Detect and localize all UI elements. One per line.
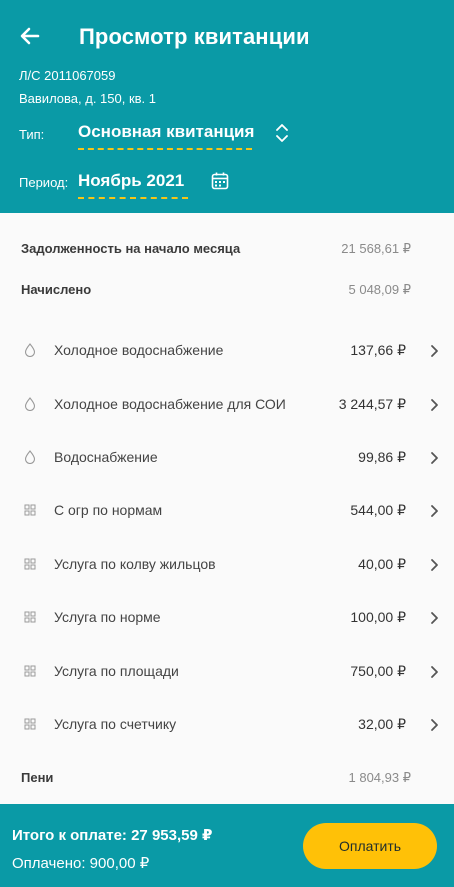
drop-icon	[24, 397, 36, 411]
grid-icon	[24, 718, 36, 730]
period-label: Период:	[19, 175, 69, 190]
service-amount: 32,00 ₽	[358, 716, 406, 732]
debt-row: Задолженность на начало месяца 21 568,61…	[21, 241, 411, 256]
chevron-right-icon	[431, 559, 438, 571]
service-row[interactable]: С огр по нормам 544,00 ₽	[0, 491, 454, 531]
service-amount: 544,00 ₽	[350, 502, 406, 518]
total-due: Итого к оплате: 27 953,59 ₽	[12, 827, 213, 844]
charged-amount: 5 048,09 ₽	[348, 282, 412, 297]
back-arrow-icon[interactable]	[16, 22, 44, 50]
debt-label: Задолженность на начало месяца	[21, 241, 241, 256]
charged-row: Начислено 5 048,09 ₽	[21, 282, 411, 297]
service-name: Услуга по норме	[54, 609, 161, 625]
chevron-right-icon	[431, 345, 438, 357]
service-amount: 750,00 ₽	[350, 663, 406, 679]
service-name: Услуга по колву жильцов	[54, 556, 216, 572]
service-name: С огр по нормам	[54, 502, 163, 518]
grid-icon	[24, 665, 36, 677]
paid-amount: Оплачено: 900,00 ₽	[12, 855, 150, 872]
address: Вавилова, д. 150, кв. 1	[19, 91, 157, 106]
service-row[interactable]: Услуга по площади 750,00 ₽	[0, 652, 454, 692]
service-row[interactable]: Водоснабжение 99,86 ₽	[0, 438, 454, 478]
period-select[interactable]: Ноябрь 2021	[78, 171, 188, 199]
penalty-amount: 1 804,93 ₽	[348, 770, 412, 785]
service-amount: 99,86 ₽	[358, 449, 406, 465]
service-name: Холодное водоснабжение для СОИ	[54, 396, 286, 412]
payment-footer: Итого к оплате: 27 953,59 ₽ Оплачено: 90…	[0, 804, 454, 887]
service-name: Водоснабжение	[54, 449, 158, 465]
receipt-content: Задолженность на начало месяца 21 568,61…	[0, 213, 454, 804]
grid-icon	[24, 504, 36, 516]
drop-icon	[24, 450, 36, 464]
service-name: Холодное водоснабжение	[54, 342, 224, 358]
debt-amount: 21 568,61 ₽	[341, 241, 411, 256]
service-amount: 100,00 ₽	[350, 609, 406, 625]
service-amount: 3 244,57 ₽	[338, 396, 406, 412]
calendar-icon[interactable]	[210, 171, 230, 191]
chevron-right-icon	[431, 505, 438, 517]
page-title: Просмотр квитанции	[79, 24, 310, 49]
service-row[interactable]: Холодное водоснабжение для СОИ 3 244,57 …	[0, 385, 454, 425]
service-row[interactable]: Холодное водоснабжение 137,66 ₽	[0, 331, 454, 371]
chevron-right-icon	[431, 666, 438, 678]
chevron-right-icon	[431, 612, 438, 624]
charged-label: Начислено	[21, 282, 92, 297]
service-amount: 137,66 ₽	[350, 342, 406, 358]
penalty-label: Пени	[21, 770, 54, 785]
chevron-right-icon	[431, 452, 438, 464]
service-row[interactable]: Услуга по счетчику 32,00 ₽	[0, 705, 454, 745]
chevron-right-icon	[431, 399, 438, 411]
service-name: Услуга по площади	[54, 663, 179, 679]
grid-icon	[24, 611, 36, 623]
service-row[interactable]: Услуга по норме 100,00 ₽	[0, 598, 454, 638]
updown-chevron-icon[interactable]	[272, 121, 292, 145]
service-amount: 40,00 ₽	[358, 556, 406, 572]
penalty-row: Пени 1 804,93 ₽	[21, 770, 411, 785]
type-label: Тип:	[19, 127, 45, 142]
drop-icon	[24, 343, 36, 357]
app-header: Просмотр квитанции Л/С 2011067059 Вавило…	[0, 0, 454, 213]
chevron-right-icon	[431, 719, 438, 731]
grid-icon	[24, 558, 36, 570]
service-row[interactable]: Услуга по колву жильцов 40,00 ₽	[0, 545, 454, 585]
type-select[interactable]: Основная квитанция	[78, 122, 254, 150]
pay-button[interactable]: Оплатить	[303, 823, 437, 869]
account-number: Л/С 2011067059	[19, 68, 116, 83]
service-name: Услуга по счетчику	[54, 716, 177, 732]
